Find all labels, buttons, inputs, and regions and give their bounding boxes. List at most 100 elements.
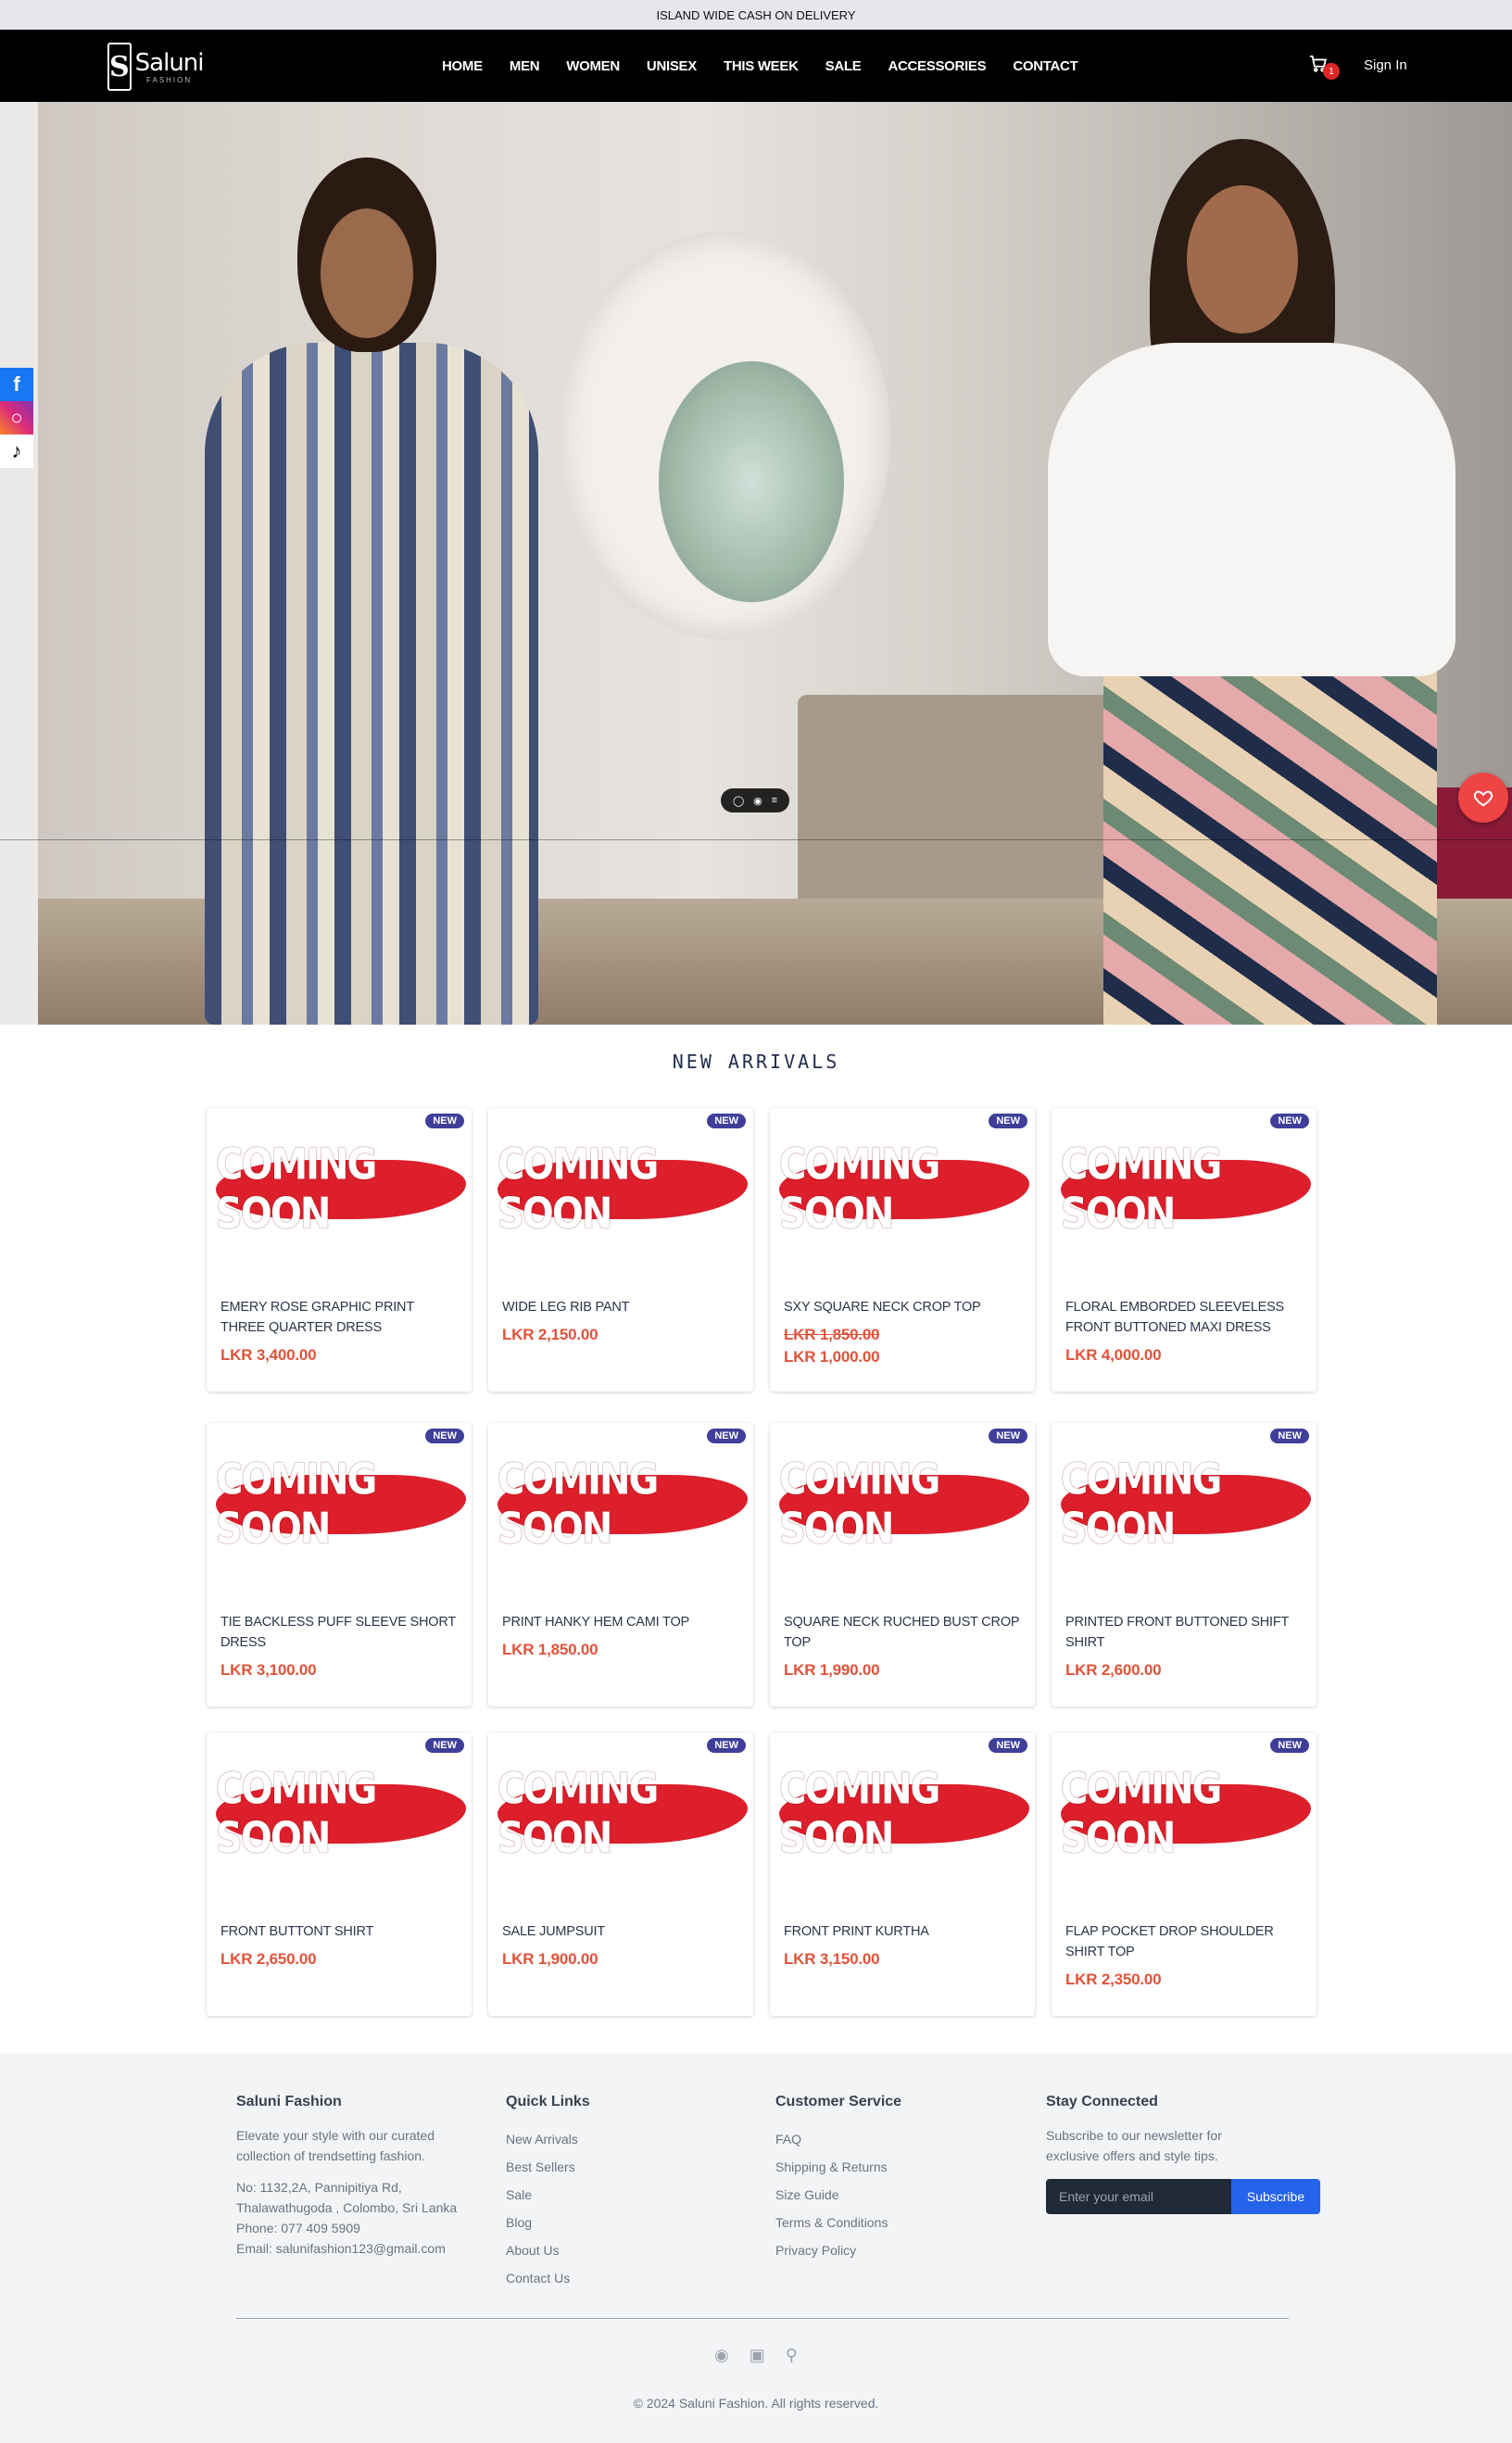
site-logo[interactable]: S Saluni FASHION xyxy=(107,43,205,91)
coming-soon-image[interactable]: COMING SOON xyxy=(498,1140,748,1239)
comment-icon[interactable]: ◯ xyxy=(733,795,744,807)
hero-banner-image xyxy=(38,102,1512,1025)
coming-soon-image[interactable]: COMING SOON xyxy=(1061,1765,1311,1863)
facebook-icon[interactable]: ◉ xyxy=(714,2346,729,2365)
product-price: LKR 2,600.00 xyxy=(1065,1661,1162,1679)
product-card[interactable]: NEW COMING SOON WIDE LEG RIB PANT LKR 2,150… xyxy=(488,1108,753,1392)
nav-this-week[interactable]: THIS WEEK xyxy=(724,58,799,74)
nav-accessories[interactable]: ACCESSORIES xyxy=(888,58,986,74)
tiktok-icon[interactable]: ♪ xyxy=(0,434,33,468)
coming-soon-label: COMING SOON xyxy=(216,1765,377,1863)
coming-soon-label: COMING SOON xyxy=(1061,1140,1222,1239)
product-name[interactable]: TIE BACKLESS PUFF SLEEVE SHORT DRESS xyxy=(220,1612,461,1653)
coming-soon-label: COMING SOON xyxy=(498,1140,659,1239)
product-card[interactable]: NEW COMING SOON FRONT PRINT KURTHA LKR 3,15… xyxy=(770,1732,1035,2016)
sign-in-link[interactable]: Sign In xyxy=(1364,57,1407,73)
cart-button[interactable]: 1 xyxy=(1308,54,1340,80)
new-badge: NEW xyxy=(707,1114,746,1128)
subscribe-button[interactable]: Subscribe xyxy=(1231,2179,1320,2214)
facebook-icon[interactable]: f xyxy=(0,368,33,401)
nav-men[interactable]: MEN xyxy=(510,58,540,74)
coming-soon-label: COMING SOON xyxy=(216,1455,377,1554)
slider-controls[interactable]: ◯ ◉ ≡ xyxy=(721,788,789,812)
hero-divider-line xyxy=(0,839,1512,840)
product-name[interactable]: PRINTED FRONT BUTTONED SHIFT SHIRT xyxy=(1065,1612,1306,1653)
product-card[interactable]: NEW COMING SOON FLORAL EMBORDED SLEEVELESS… xyxy=(1052,1108,1317,1392)
coming-soon-label: COMING SOON xyxy=(779,1455,940,1554)
footer-link-shipping-returns[interactable]: Shipping & Returns xyxy=(775,2153,998,2181)
nav-contact[interactable]: CONTACT xyxy=(1013,58,1077,74)
product-name[interactable]: FRONT PRINT KURTHA xyxy=(784,1921,1025,1942)
new-badge: NEW xyxy=(989,1738,1027,1753)
product-name[interactable]: PRINT HANKY HEM CAMI TOP xyxy=(502,1612,743,1632)
footer-link-about-us[interactable]: About Us xyxy=(506,2236,728,2264)
wishlist-fab-button[interactable] xyxy=(1458,773,1508,823)
product-name[interactable]: SALE JUMPSUIT xyxy=(502,1921,743,1942)
coming-soon-image[interactable]: COMING SOON xyxy=(498,1455,748,1554)
new-badge: NEW xyxy=(425,1114,464,1128)
nav-sale[interactable]: SALE xyxy=(825,58,862,74)
coming-soon-label: COMING SOON xyxy=(779,1140,940,1239)
footer-link-terms[interactable]: Terms & Conditions xyxy=(775,2209,998,2236)
eye-icon[interactable]: ◉ xyxy=(753,795,762,807)
product-price: LKR 3,100.00 xyxy=(220,1661,317,1679)
primary-menu: HOME MEN WOMEN UNISEX THIS WEEK SALE ACC… xyxy=(442,30,1104,102)
new-badge: NEW xyxy=(707,1429,746,1443)
customer-service-title: Customer Service xyxy=(775,2094,902,2109)
product-card[interactable]: NEW COMING SOON SALE JUMPSUIT LKR 1,900.00 xyxy=(488,1732,753,2016)
product-price: LKR 3,150.00 xyxy=(784,1950,880,1968)
footer-link-privacy[interactable]: Privacy Policy xyxy=(775,2236,998,2264)
new-badge: NEW xyxy=(989,1429,1027,1443)
footer-link-best-sellers[interactable]: Best Sellers xyxy=(506,2153,728,2181)
footer-link-sale[interactable]: Sale xyxy=(506,2181,728,2209)
footer-link-faq[interactable]: FAQ xyxy=(775,2125,998,2153)
coming-soon-image[interactable]: COMING SOON xyxy=(779,1455,1029,1554)
product-name[interactable]: WIDE LEG RIB PANT xyxy=(502,1297,743,1317)
product-card[interactable]: NEW COMING SOON PRINT HANKY HEM CAMI TOP LK… xyxy=(488,1423,753,1706)
footer-link-size-guide[interactable]: Size Guide xyxy=(775,2181,998,2209)
coming-soon-image[interactable]: COMING SOON xyxy=(216,1455,466,1554)
coming-soon-image[interactable]: COMING SOON xyxy=(1061,1455,1311,1554)
product-name[interactable]: FLAP POCKET DROP SHOULDER SHIRT TOP xyxy=(1065,1921,1306,1962)
cart-count-badge: 1 xyxy=(1323,63,1340,80)
nav-home[interactable]: HOME xyxy=(442,58,483,74)
coming-soon-image[interactable]: COMING SOON xyxy=(1061,1140,1311,1239)
coming-soon-image[interactable]: COMING SOON xyxy=(779,1140,1029,1239)
footer-link-blog[interactable]: Blog xyxy=(506,2209,728,2236)
map-pin-icon[interactable]: ⚲ xyxy=(786,2346,798,2365)
product-card[interactable]: NEW COMING SOON TIE BACKLESS PUFF SLEEVE S… xyxy=(207,1423,472,1706)
newsletter-email-input[interactable] xyxy=(1046,2179,1231,2214)
logo-name: Saluni xyxy=(134,48,205,77)
instagram-icon[interactable]: ▣ xyxy=(750,2346,765,2365)
product-card[interactable]: NEW COMING SOON SQUARE NECK RUCHED BUST CR… xyxy=(770,1423,1035,1706)
product-name[interactable]: SXY SQUARE NECK CROP TOP xyxy=(784,1297,1025,1317)
product-name[interactable]: EMERY ROSE GRAPHIC PRINT THREE QUARTER D… xyxy=(220,1297,461,1338)
product-old-price: LKR 1,850.00 xyxy=(784,1326,880,1343)
site-footer: Saluni Fashion Elevate your style with o… xyxy=(0,2053,1512,2443)
coming-soon-label: COMING SOON xyxy=(216,1140,377,1239)
footer-link-new-arrivals[interactable]: New Arrivals xyxy=(506,2125,728,2153)
list-icon[interactable]: ≡ xyxy=(772,795,777,806)
product-price: LKR 1,850.00 xyxy=(502,1641,598,1658)
footer-newsletter: Stay Connected Subscribe to our newslett… xyxy=(1046,2094,1324,2214)
product-card[interactable]: NEW COMING SOON PRINTED FRONT BUTTONED SHI… xyxy=(1052,1423,1317,1706)
coming-soon-image[interactable]: COMING SOON xyxy=(216,1140,466,1239)
product-card[interactable]: NEW COMING SOON FRONT BUTTONT SHIRT LKR 2,6… xyxy=(207,1732,472,2016)
footer-link-contact-us[interactable]: Contact Us xyxy=(506,2264,728,2292)
product-name[interactable]: FRONT BUTTONT SHIRT xyxy=(220,1921,461,1942)
product-card[interactable]: NEW COMING SOON EMERY ROSE GRAPHIC PRINT T… xyxy=(207,1108,472,1392)
product-name[interactable]: SQUARE NECK RUCHED BUST CROP TOP xyxy=(784,1612,1025,1653)
product-name[interactable]: FLORAL EMBORDED SLEEVELESS FRONT BUTTONE… xyxy=(1065,1297,1306,1338)
nav-women[interactable]: WOMEN xyxy=(566,58,620,74)
product-card[interactable]: NEW COMING SOON SXY SQUARE NECK CROP TOP LK… xyxy=(770,1108,1035,1392)
coming-soon-image[interactable]: COMING SOON xyxy=(498,1765,748,1863)
footer-divider xyxy=(236,2318,1289,2319)
copyright-text: © 2024 Saluni Fashion. All rights reserv… xyxy=(633,2396,879,2411)
product-card[interactable]: NEW COMING SOON FLAP POCKET DROP SHOULDER … xyxy=(1052,1732,1317,2016)
product-price: LKR 2,150.00 xyxy=(502,1326,598,1343)
instagram-icon[interactable]: ○ xyxy=(0,401,33,434)
coming-soon-image[interactable]: COMING SOON xyxy=(216,1765,466,1863)
logo-mark-icon: S xyxy=(107,43,132,91)
nav-unisex[interactable]: UNISEX xyxy=(647,58,697,74)
coming-soon-image[interactable]: COMING SOON xyxy=(779,1765,1029,1863)
